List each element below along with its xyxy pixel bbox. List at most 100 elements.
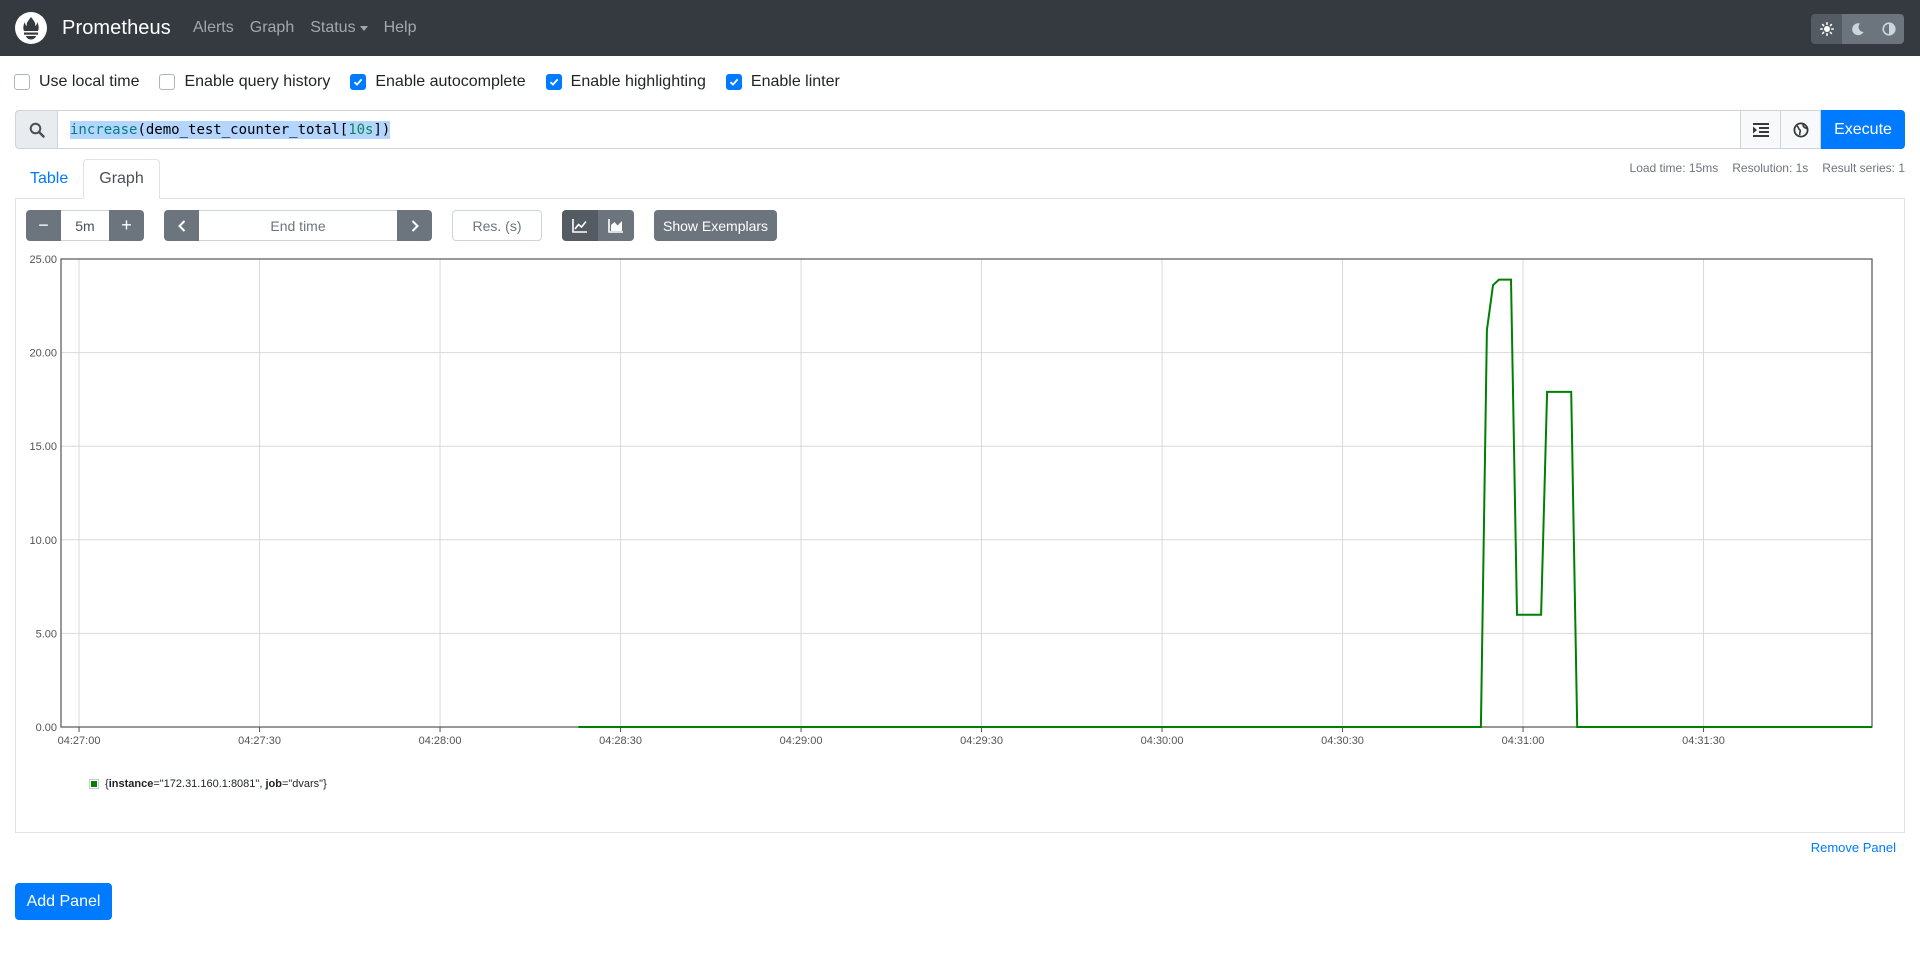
brand[interactable]: Prometheus (14, 11, 171, 45)
brand-name: Prometheus (62, 16, 171, 39)
option-enable-query-history[interactable]: Enable query history (159, 73, 330, 91)
increase-range-button[interactable]: + (109, 210, 144, 241)
stacked-chart-button[interactable] (598, 210, 634, 241)
search-icon (29, 122, 45, 138)
x-tick-label: 04:30:30 (1321, 735, 1364, 747)
chart-type-group (562, 210, 634, 241)
legend-label-key-job: job (265, 778, 282, 790)
metrics-explorer-button[interactable] (1781, 110, 1821, 149)
theme-light-button[interactable] (1811, 14, 1842, 44)
query-row: increase(demo_test_counter_total[10s]) E… (15, 110, 1905, 149)
nav-alerts[interactable]: Alerts (185, 19, 242, 37)
query-paren-open: ( (137, 121, 146, 138)
range-group: − 5m + (26, 210, 144, 241)
x-tick-label: 04:31:00 (1502, 735, 1545, 747)
x-tick-label: 04:27:30 (238, 735, 281, 747)
option-enable-autocomplete[interactable]: Enable autocomplete (350, 73, 526, 91)
resolution: Resolution: 1s (1732, 161, 1809, 175)
chevron-right-icon (411, 219, 419, 232)
nav-status-label: Status (310, 19, 356, 36)
y-tick-label: 25.00 (29, 254, 57, 266)
legend-brace-close: } (323, 778, 327, 790)
x-tick-label: 04:29:30 (960, 735, 1003, 747)
enable-query-history-checkbox[interactable] (159, 74, 176, 90)
plot-area (61, 259, 1872, 727)
panel-tabs: Table Graph (15, 159, 160, 199)
previous-time-button[interactable] (164, 210, 199, 241)
options-row: Use local time Enable query history Enab… (14, 70, 860, 94)
result-series: Result series: 1 (1822, 161, 1905, 175)
enable-linter-checkbox[interactable] (725, 74, 742, 90)
nav-graph[interactable]: Graph (242, 19, 302, 37)
next-time-button[interactable] (397, 210, 432, 241)
execute-button[interactable]: Execute (1821, 110, 1905, 149)
x-tick-label: 04:27:00 (58, 735, 101, 747)
query-text: increase(demo_test_counter_total[10s]) (70, 120, 391, 139)
graph-chart[interactable]: 04:27:00 04:27:30 04:28:00 04:28:30 04:29:00… (20, 252, 1900, 752)
moon-icon (1851, 23, 1863, 36)
check-icon (729, 78, 739, 86)
remove-panel-link[interactable]: Remove Panel (1811, 840, 1896, 855)
prometheus-logo-icon (15, 12, 47, 44)
y-tick-label: 0.00 (36, 722, 57, 734)
line-chart-icon (572, 218, 587, 233)
query-bracket-close: ] (373, 121, 382, 138)
load-time: Load time: 15ms (1629, 161, 1719, 175)
use-local-time-checkbox[interactable] (14, 74, 30, 90)
show-exemplars-button[interactable]: Show Exemplars (654, 210, 778, 241)
resolution-input[interactable]: Res. (s) (452, 210, 542, 241)
decrease-range-button[interactable]: − (26, 210, 61, 241)
option-label: Enable query history (184, 73, 331, 90)
sun-icon (1819, 22, 1834, 36)
navbar: Prometheus Alerts Graph Status Help (0, 0, 1920, 56)
check-icon (354, 78, 363, 86)
x-tick-label: 04:29:00 (780, 735, 823, 747)
adjust-icon (1881, 22, 1896, 36)
option-label: Use local time (39, 73, 140, 90)
tab-graph[interactable]: Graph (83, 159, 160, 199)
theme-dark-button[interactable] (1842, 14, 1873, 44)
y-tick-label: 10.00 (29, 535, 57, 547)
line-chart-button[interactable] (562, 210, 598, 241)
legend-label-value-instance: ="172.31.160.1:8081", (153, 778, 266, 790)
nav-status-dropdown[interactable]: Status (302, 19, 375, 37)
x-tick-label: 04:28:30 (599, 735, 642, 747)
y-tick-label: 15.00 (29, 441, 57, 453)
legend-label-key-instance: instance (108, 778, 154, 790)
y-tick-label: 5.00 (36, 628, 57, 640)
nav-links: Alerts Graph Status Help (185, 19, 425, 37)
indent-icon (1752, 122, 1769, 137)
query-bracket-open: [ (339, 121, 349, 138)
query-function: increase (70, 121, 138, 138)
tab-table[interactable]: Table (15, 159, 83, 199)
query-metric: demo_test_counter_total (145, 121, 340, 138)
globe-icon (1793, 122, 1808, 137)
option-label: Enable highlighting (570, 73, 706, 90)
end-time-input[interactable]: End time (199, 210, 397, 241)
chevron-left-icon (177, 219, 185, 232)
legend-label: {instance="172.31.160.1:8081", job="dvar… (105, 778, 327, 790)
check-icon (549, 78, 558, 86)
query-expression-input[interactable]: increase(demo_test_counter_total[10s]) (57, 110, 1741, 149)
option-enable-highlighting[interactable]: Enable highlighting (545, 73, 706, 91)
series-color-swatch (89, 779, 99, 789)
x-tick-label: 04:28:00 (419, 735, 462, 747)
graph-controls: − 5m + End time Res. (s) Show Exemplars (26, 210, 778, 241)
end-time-group: End time (164, 210, 432, 241)
caret-down-icon (359, 25, 368, 31)
range-input[interactable]: 5m (61, 210, 109, 241)
enable-autocomplete-checkbox[interactable] (350, 74, 367, 90)
option-use-local-time[interactable]: Use local time (14, 73, 139, 91)
query-range: 10s (348, 121, 374, 138)
legend-item[interactable]: {instance="172.31.160.1:8081", job="dvar… (89, 778, 327, 790)
theme-toggle (1811, 14, 1904, 44)
theme-auto-button[interactable] (1873, 14, 1904, 44)
query-search-prefix (15, 110, 57, 149)
y-tick-label: 20.00 (29, 348, 57, 360)
enable-highlighting-checkbox[interactable] (545, 74, 562, 90)
format-expression-button[interactable] (1741, 110, 1781, 149)
add-panel-button[interactable]: Add Panel (15, 883, 112, 920)
option-enable-linter[interactable]: Enable linter (725, 73, 840, 91)
x-tick-label: 04:30:00 (1141, 735, 1184, 747)
nav-help[interactable]: Help (376, 19, 425, 37)
